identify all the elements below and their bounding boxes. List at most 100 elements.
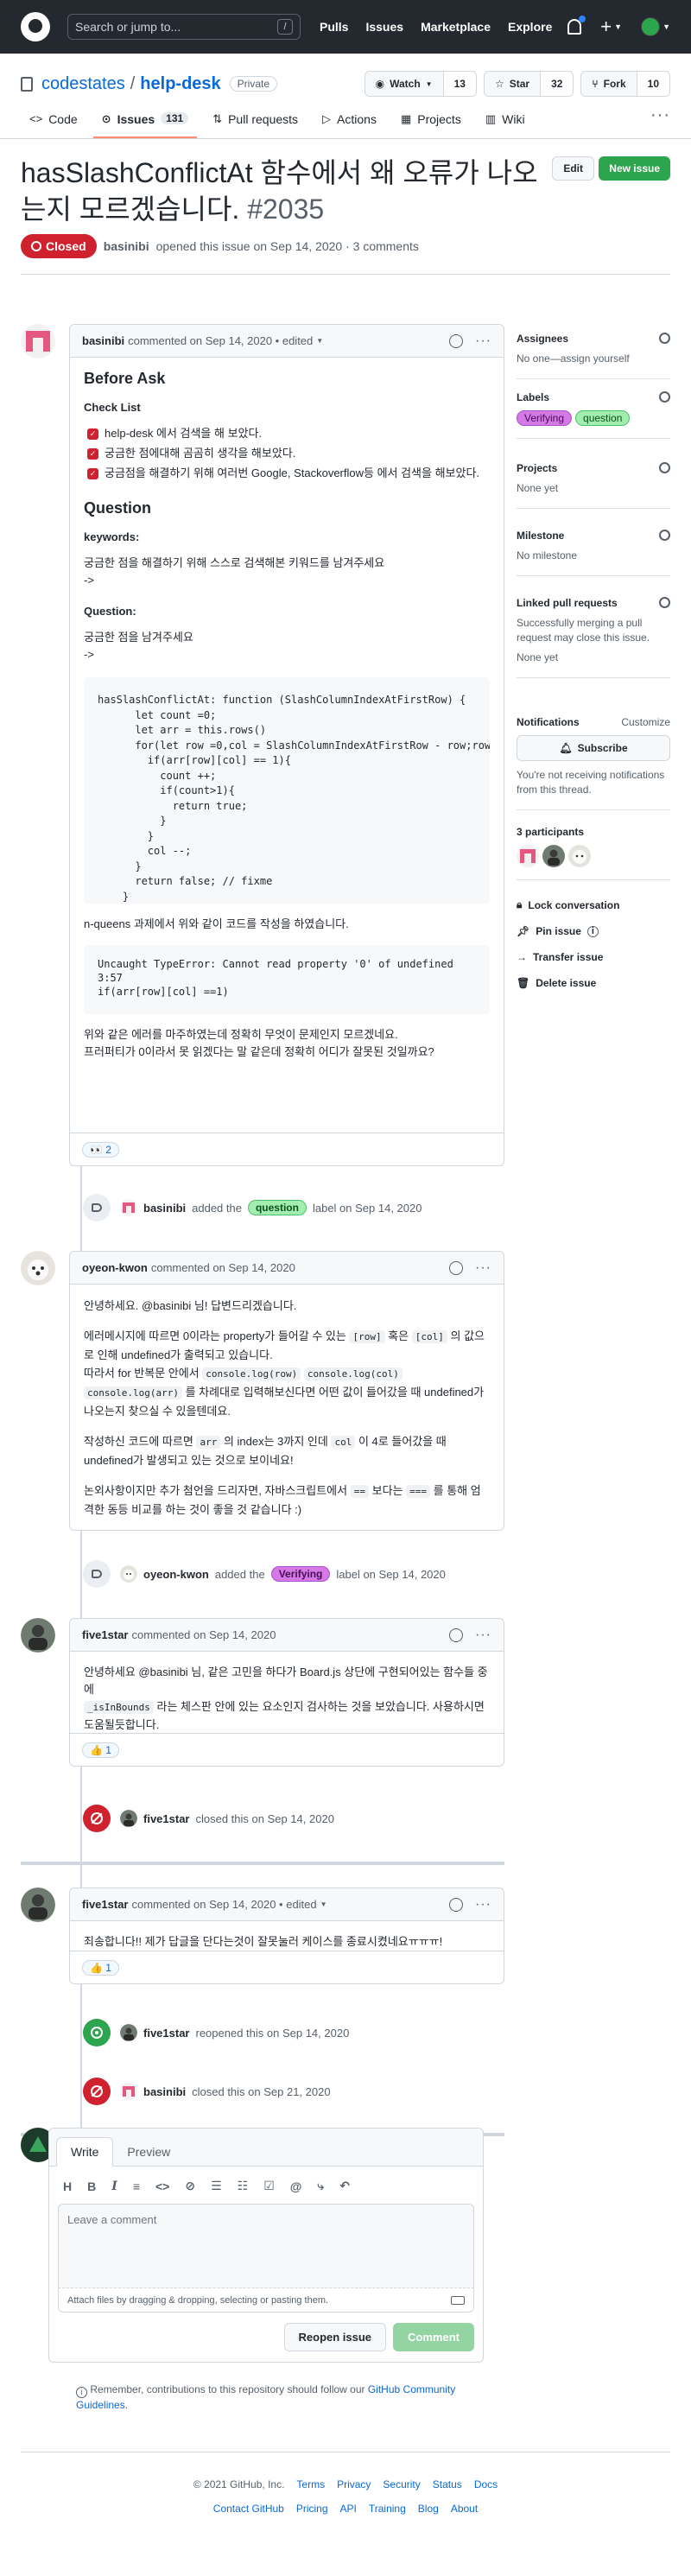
attach-files[interactable]: Attach files by dragging & dropping, sel… (58, 2288, 474, 2313)
edit-title-button[interactable]: Edit (552, 156, 594, 181)
tab-wiki[interactable]: ▥ Wiki (477, 109, 534, 138)
eyes-reaction[interactable]: 👀 2 (82, 1141, 119, 1158)
comment-author[interactable]: oyeon-kwon (82, 1261, 148, 1274)
nav-pulls[interactable]: Pulls (320, 20, 348, 34)
github-logo-icon[interactable] (21, 12, 50, 41)
gear-icon[interactable] (659, 462, 670, 473)
avatar[interactable] (120, 2083, 137, 2100)
user-menu[interactable]: ▼ (641, 17, 670, 36)
pin-issue-link[interactable]: 📌︎ Pin issue i (517, 925, 619, 937)
transfer-issue-link[interactable]: → Transfer issue (517, 951, 619, 963)
add-reaction-icon[interactable] (449, 1260, 464, 1275)
new-issue-button[interactable]: New issue (599, 156, 670, 181)
heading-icon[interactable]: H (63, 2179, 72, 2193)
footer-link-pricing[interactable]: Pricing (296, 2503, 328, 2515)
comment-textarea[interactable]: Leave a comment (58, 2204, 474, 2288)
numbered-list-icon[interactable]: ☷ (238, 2179, 249, 2193)
tab-projects[interactable]: ▦ Projects (392, 109, 470, 138)
avatar[interactable] (517, 845, 539, 867)
fork-count[interactable]: 10 (636, 72, 669, 96)
mention-icon[interactable]: @ (290, 2179, 302, 2193)
subscribe-button[interactable]: 🔔︎ Subscribe (517, 735, 670, 761)
reply-icon[interactable]: ↶ (339, 2179, 350, 2193)
comment-author[interactable]: basinibi (82, 334, 124, 347)
create-new-menu[interactable]: + ▼ (600, 16, 622, 38)
label-verifying[interactable]: Verifying (270, 1566, 331, 1582)
tab-write[interactable]: Write (56, 2137, 114, 2167)
comment-menu-icon[interactable]: ··· (475, 333, 491, 347)
avatar[interactable] (120, 1810, 137, 1827)
avatar[interactable] (120, 1199, 137, 1216)
avatar[interactable] (21, 1888, 55, 1922)
lock-conversation-link[interactable]: 🔒︎ Lock conversation (517, 898, 619, 911)
footer-link-contact[interactable]: Contact GitHub (213, 2503, 284, 2515)
event-actor[interactable]: basinibi (143, 1202, 186, 1215)
tab-preview[interactable]: Preview (113, 2138, 184, 2166)
bulleted-list-icon[interactable]: ☰ (211, 2179, 222, 2193)
bold-icon[interactable]: B (87, 2179, 96, 2193)
avatar[interactable] (542, 845, 565, 867)
star-count[interactable]: 32 (540, 72, 574, 96)
gear-icon[interactable] (659, 333, 670, 344)
footer-link-blog[interactable]: Blog (418, 2503, 439, 2515)
delete-issue-link[interactable]: 🗑︎ Delete issue (517, 977, 619, 989)
reopen-issue-button[interactable]: Reopen issue (283, 2323, 387, 2351)
comment-author[interactable]: five1star (82, 1628, 128, 1641)
assignees-text[interactable]: No one—assign yourself (517, 352, 670, 366)
chevron-down-icon[interactable]: ▼ (320, 1900, 327, 1908)
star-button[interactable]: ☆ Star 32 (483, 71, 574, 97)
comment-menu-icon[interactable]: ··· (475, 1897, 491, 1911)
markdown-icon[interactable] (451, 2295, 465, 2305)
comment-menu-icon[interactable]: ··· (475, 1260, 491, 1274)
issue-author[interactable]: basinibi (104, 239, 149, 253)
add-reaction-icon[interactable] (449, 1627, 464, 1642)
nav-explore[interactable]: Explore (508, 20, 552, 34)
add-reaction-icon[interactable] (449, 1897, 464, 1912)
checkbox-checked-icon[interactable]: ✓ (87, 467, 98, 479)
italic-icon[interactable]: I (111, 2179, 117, 2193)
repo-name-link[interactable]: help-desk (140, 74, 220, 94)
comment-author[interactable]: five1star (82, 1898, 128, 1911)
footer-link-security[interactable]: Security (383, 2478, 420, 2490)
label-verifying[interactable]: Verifying (517, 410, 573, 426)
thumbs-up-reaction[interactable]: 👍 1 (82, 1959, 119, 1976)
more-tabs-icon[interactable]: ··· (650, 106, 670, 138)
avatar[interactable] (568, 845, 591, 867)
footer-link-api[interactable]: API (340, 2503, 357, 2515)
avatar[interactable] (120, 2024, 137, 2041)
chevron-down-icon[interactable]: ▼ (316, 337, 323, 345)
gear-icon[interactable] (659, 597, 670, 608)
fork-button[interactable]: ⑂ Fork 10 (580, 71, 670, 97)
footer-link-privacy[interactable]: Privacy (337, 2478, 371, 2490)
checkbox-checked-icon[interactable]: ✓ (87, 447, 98, 460)
notifications-bell-icon[interactable] (567, 16, 586, 35)
label-question[interactable]: question (247, 1200, 307, 1215)
tab-issues[interactable]: ⊙ Issues 131 (92, 109, 198, 138)
event-actor[interactable]: oyeon-kwon (143, 1568, 209, 1581)
gear-icon[interactable] (659, 391, 670, 403)
comment-button[interactable]: Comment (393, 2323, 474, 2351)
search-input[interactable]: Search or jump to... / (67, 14, 301, 40)
event-actor[interactable]: five1star (143, 2027, 189, 2040)
tab-pull-requests[interactable]: ⇅ Pull requests (204, 109, 307, 138)
nav-marketplace[interactable]: Marketplace (421, 20, 491, 34)
event-actor[interactable]: basinibi (143, 2085, 186, 2098)
quote-icon[interactable]: ≡ (133, 2179, 140, 2193)
comment-menu-icon[interactable]: ··· (475, 1627, 491, 1641)
link-icon[interactable]: ⊘ (185, 2179, 195, 2193)
task-list-icon[interactable]: ☑ (263, 2179, 275, 2193)
watch-button[interactable]: ◉ Watch ▼ 13 (364, 71, 477, 97)
footer-link-about[interactable]: About (451, 2503, 478, 2515)
add-reaction-icon[interactable] (449, 333, 464, 348)
watch-count[interactable]: 13 (442, 72, 476, 96)
avatar[interactable] (21, 1618, 55, 1653)
tab-code[interactable]: <> Code (21, 109, 86, 138)
footer-link-training[interactable]: Training (369, 2503, 406, 2515)
avatar[interactable] (120, 1565, 137, 1583)
code-icon[interactable]: <> (155, 2179, 169, 2193)
tab-actions[interactable]: ▷ Actions (314, 109, 385, 138)
reference-icon[interactable]: ⤷ (317, 2179, 324, 2193)
footer-link-terms[interactable]: Terms (296, 2478, 325, 2490)
avatar[interactable] (21, 324, 55, 358)
thumbs-up-reaction[interactable]: 👍 1 (82, 1742, 119, 1758)
